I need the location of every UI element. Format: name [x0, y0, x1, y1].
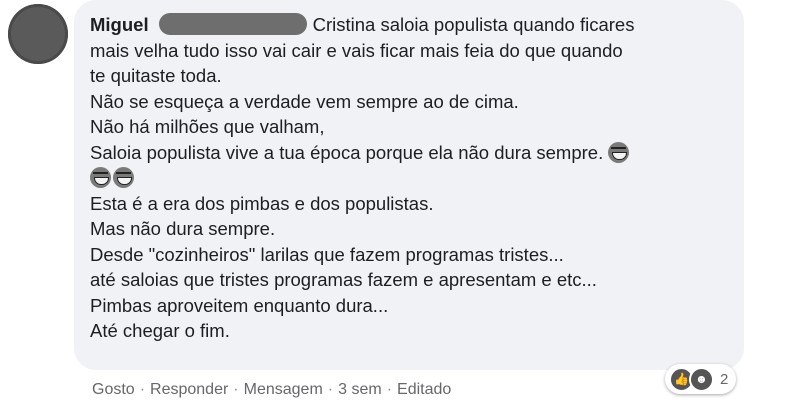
comment-line: até saloias que tristes programas fazem … — [90, 269, 597, 290]
comment-line: Até chegar o fim. — [90, 320, 230, 341]
edited-link[interactable]: Editado — [397, 381, 451, 398]
laughing-emoji-icon — [90, 167, 111, 188]
separator: · — [386, 381, 393, 398]
reply-button[interactable]: Responder — [150, 381, 228, 398]
comment-line: Pimbas aproveitem enquanto dura... — [90, 294, 389, 316]
avatar[interactable] — [8, 4, 68, 64]
comment-line-text: Saloia populista vive a tua época porque… — [90, 141, 604, 163]
comment-line: te quitaste toda. — [90, 65, 222, 86]
comment-actions: Gosto · Responder · Mensagem · 3 sem · Editado — [92, 381, 451, 399]
comment-author[interactable]: Miguel — [90, 14, 149, 35]
separator: · — [139, 381, 146, 398]
comment-line: Saloia populista vive a tua época porque… — [90, 140, 726, 166]
comment-line: Esta é a era dos pimbas e dos populistas… — [90, 192, 434, 214]
separator: · — [327, 381, 334, 398]
comment-line-text: Cristina saloia populista quando ficares — [312, 14, 635, 35]
laughing-emoji-icon — [113, 167, 134, 188]
comment-line: mais velha tudo isso vai cair e vais fic… — [90, 39, 623, 61]
timestamp-link[interactable]: 3 sem — [338, 381, 382, 398]
comment-line: Não se esqueça a verdade vem sempre ao d… — [90, 90, 519, 112]
comment-line: Mas não dura sempre. — [90, 218, 276, 239]
redacted-surname — [158, 13, 307, 35]
comment-text: Miguel Cristina saloia populista quando f… — [90, 12, 726, 344]
message-button[interactable]: Mensagem — [244, 381, 323, 398]
comment-line: Miguel Cristina saloia populista quando f… — [90, 12, 726, 38]
comment-line: Não há milhões que valham, — [90, 116, 325, 137]
comment-line — [90, 165, 726, 191]
reaction-count: 2 — [720, 370, 729, 388]
laughing-emoji-icon — [608, 141, 630, 163]
haha-icon: ☻ — [689, 366, 714, 392]
separator: · — [233, 381, 239, 398]
reactions-summary[interactable]: 👍 ☻ 2 — [665, 364, 737, 394]
like-button[interactable]: Gosto — [92, 381, 135, 398]
comment-bubble: Miguel Cristina saloia populista quando f… — [74, 0, 744, 370]
comment-line: Desde "cozinheiros" larilas que fazem pr… — [90, 243, 564, 265]
